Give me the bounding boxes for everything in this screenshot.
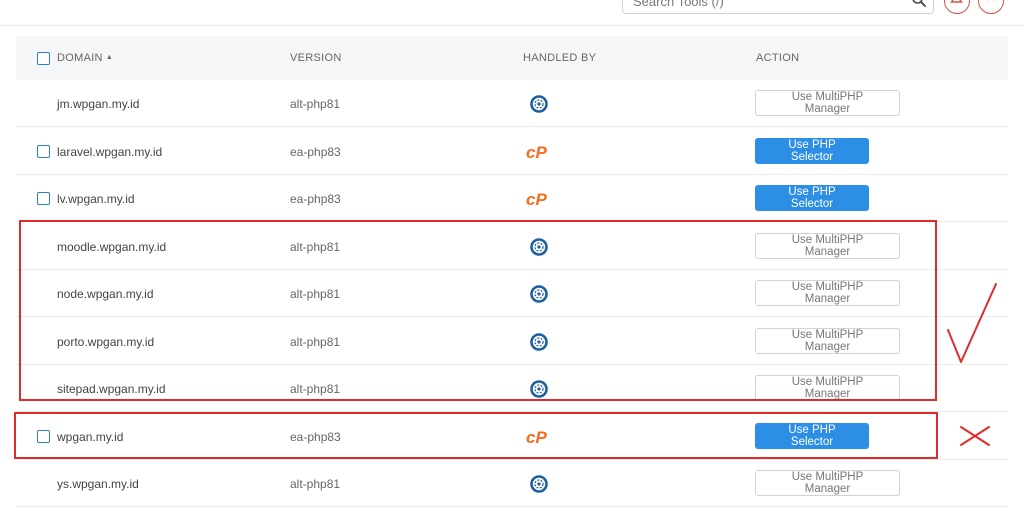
table-row: porto.wpgan.my.id alt-php81 Use MultiPHP M… [16, 318, 1008, 365]
version-cell: ea-php83 [290, 144, 341, 159]
domain-cell: wpgan.my.id [57, 429, 124, 444]
close-icon [986, 0, 995, 1]
use-multiphp-manager-button[interactable]: Use MultiPHP Manager [755, 327, 900, 354]
sort-ascending-icon: ▲ [105, 54, 114, 61]
svg-text:cP: cP [526, 143, 547, 162]
use-php-selector-button[interactable]: Use PHP Selector [755, 137, 869, 164]
svg-text:cP: cP [526, 428, 547, 447]
version-cell: alt-php81 [290, 287, 341, 301]
use-multiphp-manager-button[interactable]: Use MultiPHP Manager [755, 232, 900, 259]
cpanel-icon: cP [526, 189, 547, 209]
domain-cell: porto.wpgan.my.id [57, 334, 155, 349]
cloudlinux-icon [529, 474, 549, 494]
row-checkbox[interactable] [37, 192, 50, 205]
top-bar [0, 0, 1024, 26]
cloudlinux-icon [529, 237, 549, 257]
cloudlinux-icon [529, 379, 549, 399]
domain-cell: lv.wpgan.my.id [57, 192, 135, 206]
column-header-domain[interactable]: DOMAIN ▲ [57, 52, 113, 64]
domain-cell: ys.wpgan.my.id [57, 477, 139, 491]
cpanel-icon: cP [526, 142, 547, 162]
table-row: jm.wpgan.my.id alt-php81 Use MultiPHP Mana… [16, 80, 1008, 127]
row-checkbox[interactable] [37, 429, 50, 443]
use-multiphp-manager-button[interactable]: Use MultiPHP Manager [755, 280, 900, 306]
version-cell: alt-php81 [290, 477, 341, 491]
table-row: lv.wpgan.my.id ea-php83 cP Use PHP Selector [16, 175, 1008, 222]
cloudlinux-icon [529, 94, 549, 114]
search-icon[interactable] [911, 0, 927, 8]
table-row: moodle.wpgan.my.id alt-php81 Use MultiPHP … [16, 223, 1008, 270]
cloudlinux-icon [529, 284, 549, 304]
notifications-button[interactable] [944, 0, 970, 14]
top-divider [0, 25, 1024, 26]
table-row: wpgan.my.id ea-php83 cP Use PHP Selector [16, 413, 1008, 460]
version-cell: alt-php81 [290, 334, 341, 349]
version-cell: alt-php81 [290, 382, 341, 396]
domain-cell: moodle.wpgan.my.id [57, 239, 167, 254]
version-cell: alt-php81 [290, 97, 341, 111]
cloudlinux-icon [529, 332, 549, 352]
table-row: node.wpgan.my.id alt-php81 Use MultiPHP Ma… [16, 270, 1008, 317]
search-box[interactable] [622, 0, 934, 14]
use-multiphp-manager-button[interactable]: Use MultiPHP Manager [755, 470, 900, 496]
cross-mark-icon [960, 426, 990, 446]
use-php-selector-button[interactable]: Use PHP Selector [755, 422, 869, 449]
table-row: ys.wpgan.my.id alt-php81 Use MultiPHP Mana… [16, 460, 1008, 507]
domain-cell: jm.wpgan.my.id [57, 97, 140, 111]
use-multiphp-manager-button[interactable]: Use MultiPHP Manager [755, 375, 900, 401]
table-row: laravel.wpgan.my.id ea-php83 cP Use PHP Sel… [16, 128, 1008, 175]
domain-cell: laravel.wpgan.my.id [57, 144, 163, 159]
table-row: sitepad.wpgan.my.id alt-php81 Use MultiPHP… [16, 365, 1008, 412]
table-header: DOMAIN ▲ VERSION HANDLED BY ACTION [16, 36, 1008, 80]
row-checkbox[interactable] [37, 144, 50, 158]
close-button[interactable] [978, 0, 1004, 14]
column-header-domain-label: DOMAIN [57, 52, 103, 64]
column-header-action: ACTION [756, 52, 800, 64]
column-header-handled-by: HANDLED BY [523, 52, 597, 64]
use-multiphp-manager-button[interactable]: Use MultiPHP Manager [755, 90, 900, 116]
search-input[interactable] [631, 0, 905, 12]
select-all-checkbox[interactable] [37, 52, 50, 65]
checkmark-icon [947, 283, 997, 363]
domain-cell: sitepad.wpgan.my.id [57, 382, 166, 396]
column-header-version: VERSION [290, 52, 342, 64]
cpanel-icon: cP [526, 427, 547, 447]
domain-cell: node.wpgan.my.id [57, 287, 154, 301]
version-cell: ea-php83 [290, 192, 341, 206]
bell-icon [950, 0, 963, 3]
svg-text:cP: cP [526, 190, 547, 209]
version-cell: ea-php83 [290, 429, 341, 444]
use-php-selector-button[interactable]: Use PHP Selector [755, 185, 869, 211]
version-cell: alt-php81 [290, 239, 341, 254]
